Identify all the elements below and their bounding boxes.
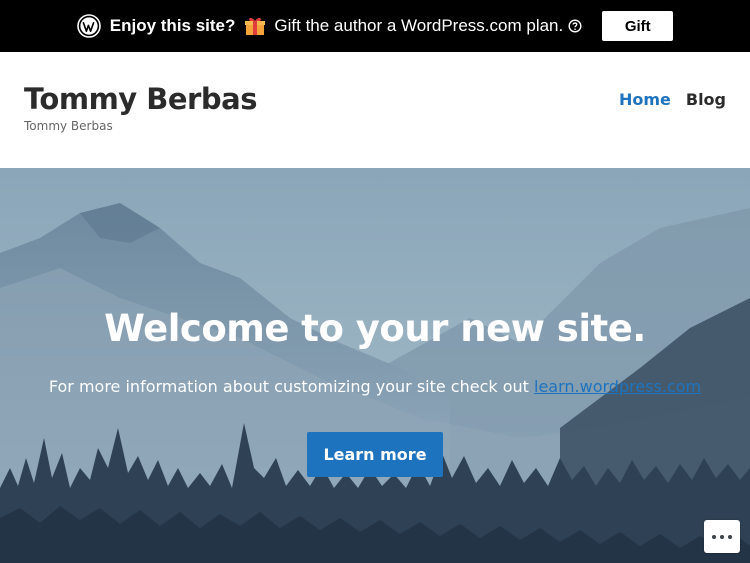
ellipsis-icon-dot [720,534,724,539]
help-icon[interactable] [568,19,582,33]
gift-banner: Enjoy this site? Gift the author a WordP… [0,0,750,52]
site-tagline: Tommy Berbas [24,119,113,133]
hero-subtitle-text: For more information about customizing y… [48,377,535,396]
learn-more-button[interactable]: Learn more [307,432,443,477]
nav-item-blog[interactable]: Blog [686,90,726,109]
ellipsis-icon-dot [728,534,732,539]
hero-cover: Welcome to your new site. For more infor… [0,168,750,563]
primary-nav: Home Blog [619,90,726,109]
ellipsis-icon-dot [712,534,716,539]
hero-subtitle: For more information about customizing y… [0,377,750,396]
learn-wordpress-link[interactable]: learn.wordpress.com [534,377,701,396]
hero-title: Welcome to your new site. [104,307,646,350]
wordpress-logo-icon[interactable] [76,14,101,38]
gift-emoji-icon [245,17,266,35]
more-actions-button[interactable] [704,520,740,553]
banner-gift-text: Gift the author a WordPress.com plan. [274,16,564,35]
banner-enjoy-text: Enjoy this site? [109,16,236,35]
site-title[interactable]: Tommy Berbas [24,82,257,116]
gift-button[interactable]: Gift [602,11,674,41]
nav-item-home[interactable]: Home [619,90,671,109]
site-header: Tommy Berbas Tommy Berbas Home Blog [0,52,750,168]
hero-content: Welcome to your new site. For more infor… [0,168,750,563]
